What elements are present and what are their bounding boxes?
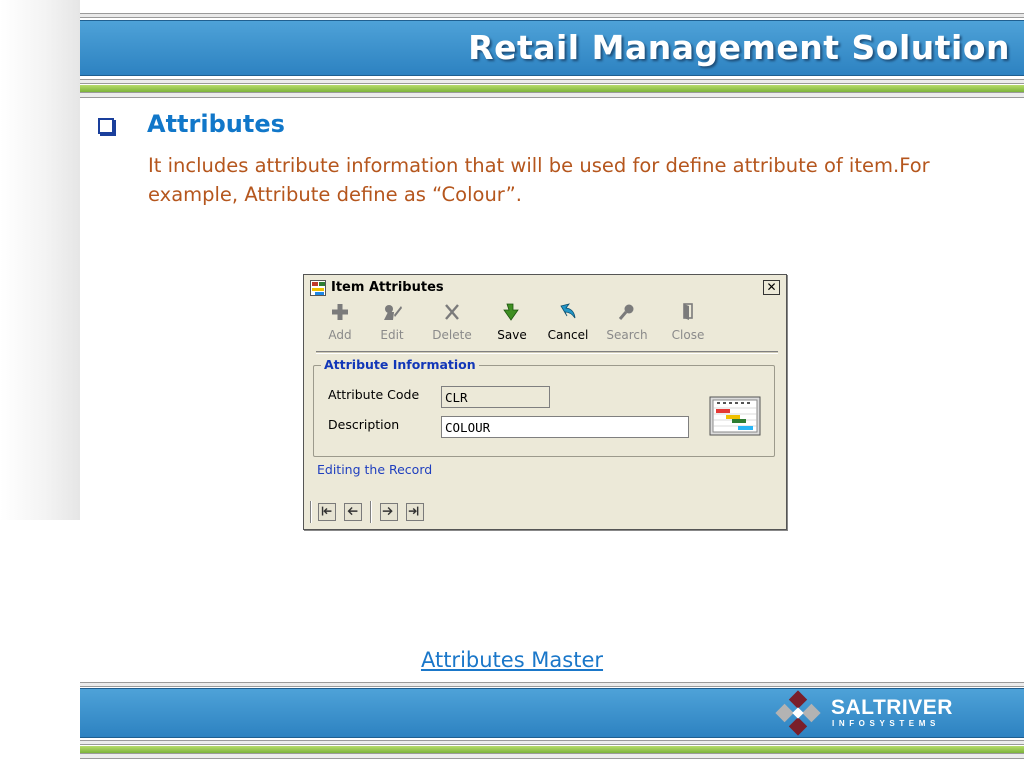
cancel-button[interactable]: Cancel [542, 301, 594, 347]
attribute-code-field[interactable]: CLR [441, 386, 550, 408]
previous-record-button[interactable] [344, 503, 362, 521]
save-button[interactable]: Save [486, 301, 538, 347]
footer-top-rule [80, 682, 1024, 687]
header-bottom-rule [80, 92, 1024, 98]
section-description: It includes attribute information that w… [148, 154, 930, 206]
window-app-icon [310, 280, 326, 296]
attribute-information-group [313, 365, 775, 457]
delete-x-icon [445, 304, 459, 320]
save-label: Save [497, 328, 527, 342]
plus-icon [332, 304, 348, 320]
close-label: Close [671, 328, 705, 342]
next-record-icon [382, 507, 393, 516]
attributes-master-link-row: Attributes Master [0, 648, 1024, 672]
nav-separator [310, 501, 312, 523]
header-title: Retail Management Solution [468, 28, 1010, 67]
description-field[interactable]: COLOUR [441, 416, 689, 438]
search-icon [618, 304, 634, 320]
saltriver-diamond-icon [775, 690, 821, 736]
item-attributes-dialog: Item Attributes ✕ Add Edit Delete Save C… [303, 274, 787, 530]
status-text: Editing the Record [317, 462, 433, 477]
door-exit-icon [683, 303, 693, 320]
checkbox-bullet-icon [98, 118, 114, 134]
nav-separator [370, 501, 372, 523]
logo-subtitle: INFOSYSTEMS [832, 719, 940, 728]
delete-button[interactable]: Delete [426, 301, 478, 347]
dialog-titlebar: Item Attributes ✕ [305, 276, 785, 300]
next-record-button[interactable] [380, 503, 398, 521]
attribute-code-label: Attribute Code [328, 387, 420, 402]
add-button[interactable]: Add [314, 301, 366, 347]
section-heading: Attributes [147, 110, 285, 138]
saltriver-logo: SALTRIVER INFOSYSTEMS [768, 689, 968, 739]
header-top-rule [80, 13, 1024, 18]
edit-button[interactable]: Edit [366, 301, 418, 347]
group-title: Attribute Information [321, 357, 479, 372]
footer-green-stripe [80, 746, 1024, 753]
cancel-label: Cancel [547, 328, 589, 342]
search-button[interactable]: Search [601, 301, 653, 347]
footer-gray-rule [80, 740, 1024, 745]
first-record-button[interactable] [318, 503, 336, 521]
previous-record-icon [347, 507, 358, 516]
add-label: Add [328, 328, 352, 342]
close-button[interactable]: Close [662, 301, 714, 347]
footer-bottom-rule [80, 753, 1024, 759]
edit-label: Edit [380, 328, 404, 342]
cancel-undo-icon [560, 303, 576, 319]
footer-band: SALTRIVER INFOSYSTEMS [80, 688, 1024, 738]
left-shadow [0, 0, 80, 520]
first-record-icon [321, 506, 332, 516]
description-label: Description [328, 417, 400, 432]
delete-label: Delete [432, 328, 472, 342]
search-label: Search [606, 328, 648, 342]
header-band: Retail Management Solution [80, 20, 1024, 76]
calendar-chart-icon [709, 396, 761, 436]
last-record-button[interactable] [406, 503, 424, 521]
header-green-stripe [80, 85, 1024, 92]
header-gray-rule [80, 79, 1024, 84]
attributes-master-link[interactable]: Attributes Master [421, 648, 603, 672]
edit-icon [384, 305, 402, 320]
toolbar-separator [316, 351, 778, 354]
dialog-title: Item Attributes [331, 280, 444, 295]
last-record-icon [408, 506, 419, 516]
close-window-button[interactable]: ✕ [763, 280, 780, 295]
save-arrow-icon [503, 303, 519, 321]
logo-name: SALTRIVER [831, 696, 953, 719]
